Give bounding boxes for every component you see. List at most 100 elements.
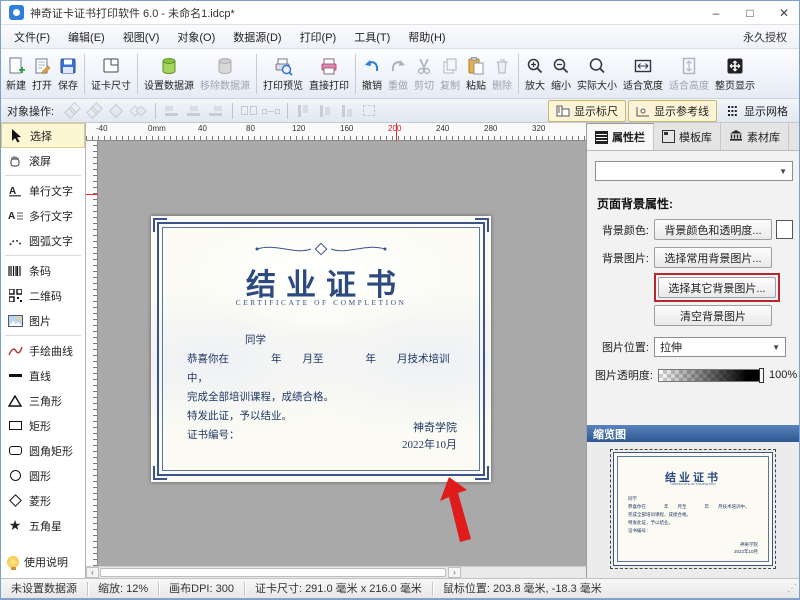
scroll-right-icon[interactable]: ›	[448, 567, 461, 578]
menu-help[interactable]: 帮助(H)	[399, 26, 454, 48]
thumbnail-header: 缩览图	[587, 425, 800, 442]
menu-print[interactable]: 打印(P)	[291, 26, 346, 48]
resize-grip-icon[interactable]: ⋰	[787, 583, 800, 594]
set-datasource-button[interactable]: 设置数据源	[141, 54, 197, 94]
tool-star[interactable]: ★ 五角星	[1, 513, 85, 538]
cut-icon	[414, 56, 434, 76]
show-grid-button[interactable]: 显示网格	[719, 101, 795, 121]
slider-handle[interactable]	[759, 368, 764, 383]
whole-page-button[interactable]: 整页显示	[712, 54, 758, 94]
thumbnail-certificate[interactable]: 结业证书 CERTIFICATE OF COMPLETION 同学 恭喜你在 年…	[613, 452, 773, 566]
toolbar-label: 直接打印	[309, 77, 349, 92]
open-button[interactable]: 打开	[29, 54, 55, 94]
scroll-thumb[interactable]	[100, 568, 446, 577]
tool-diamond[interactable]: 菱形	[1, 488, 85, 513]
view-button-label: 显示标尺	[574, 103, 618, 119]
tool-barcode[interactable]: 条码	[1, 258, 85, 283]
scroll-left-icon[interactable]: ‹	[86, 567, 99, 578]
menu-tools[interactable]: 工具(T)	[345, 26, 399, 48]
maximize-button[interactable]: □	[733, 1, 767, 24]
horizontal-ruler: -40 0mm 40 80 120 160 200 240 280 320	[86, 123, 586, 141]
undo-button[interactable]: 撤销	[359, 54, 385, 94]
help-item[interactable]: 使用说明	[1, 554, 86, 570]
status-datasource: 未设置数据源	[1, 582, 88, 596]
canvas-hscrollbar[interactable]: ‹ ›	[86, 566, 586, 578]
tool-label: 手绘曲线	[29, 343, 73, 359]
card-size-button[interactable]: 证卡尺寸	[88, 54, 134, 94]
card-size-icon	[101, 56, 121, 76]
paste-button[interactable]: 粘贴	[463, 54, 489, 94]
objectbar-separator	[232, 103, 233, 119]
tool-sidebar: 选择 滚屏 A 单行文字 A 多行文字 圆弧文字 条码 二维码	[1, 123, 86, 578]
delete-icon	[492, 56, 512, 76]
toolbar-label: 粘贴	[466, 77, 486, 92]
tool-select[interactable]: 选择	[1, 123, 85, 148]
menu-edit[interactable]: 编辑(E)	[59, 26, 114, 48]
whole-page-icon	[725, 56, 745, 76]
tool-label: 图片	[29, 313, 51, 329]
menu-file[interactable]: 文件(F)	[5, 26, 59, 48]
tool-line[interactable]: 直线	[1, 363, 85, 388]
copy-button: 复制	[437, 54, 463, 94]
tab-material-library[interactable]: 素材库	[721, 123, 789, 150]
save-button[interactable]: 保存	[55, 54, 81, 94]
bg-color-swatch[interactable]	[776, 220, 793, 239]
menu-datasource[interactable]: 数据源(D)	[224, 26, 290, 48]
object-selector-combobox[interactable]: ▼	[595, 161, 793, 181]
image-icon	[7, 313, 23, 329]
zoom-in-button[interactable]: 放大	[522, 54, 548, 94]
tool-rounded-rect[interactable]: 圆角矩形	[1, 438, 85, 463]
close-button[interactable]: ✕	[767, 1, 800, 24]
tool-arc-text[interactable]: 圆弧文字	[1, 228, 85, 253]
choose-other-bg-button[interactable]: 选择其它背景图片...	[658, 277, 776, 298]
tool-scroll[interactable]: 滚屏	[1, 148, 85, 173]
tool-freehand[interactable]: 手绘曲线	[1, 338, 85, 363]
actual-size-button[interactable]: 实际大小	[574, 54, 620, 94]
ruler-label: 80	[246, 124, 255, 133]
tool-image[interactable]: 图片	[1, 308, 85, 333]
toolbar-label: 整页显示	[715, 77, 755, 92]
redo-button: 重做	[385, 54, 411, 94]
tool-multi-text[interactable]: A 多行文字	[1, 203, 85, 228]
vertical-ruler	[86, 141, 98, 566]
tool-rect[interactable]: 矩形	[1, 413, 85, 438]
menu-view[interactable]: 视图(V)	[114, 26, 169, 48]
fit-width-button[interactable]: 适合宽度	[620, 54, 666, 94]
certificate-issuer: 神奇学院	[402, 420, 457, 437]
opacity-slider[interactable]	[658, 369, 764, 382]
image-position-select[interactable]: 拉伸 ▼	[654, 337, 786, 357]
properties-list-icon	[595, 131, 608, 144]
toolbar-separator	[518, 54, 519, 94]
tool-qrcode[interactable]: 二维码	[1, 283, 85, 308]
certificate-page[interactable]: 结业证书 CERTIFICATE OF COMPLETION 同学 恭喜你在 年…	[151, 216, 491, 482]
choose-common-bg-button[interactable]: 选择常用背景图片...	[654, 247, 772, 268]
annotation-arrow-icon	[431, 469, 491, 557]
bg-image-label: 背景图片:	[587, 250, 649, 266]
new-button[interactable]: 新建	[3, 54, 29, 94]
bg-image-row: 背景图片: 选择常用背景图片...	[587, 247, 800, 268]
main-toolbar: 新建 打开 保存 证卡尺寸 设置数据源 移除数据源 打印预览	[1, 49, 800, 99]
show-ruler-button[interactable]: 显示标尺	[548, 100, 626, 122]
app-icon	[9, 5, 24, 20]
toolbar-label: 适合宽度	[623, 77, 663, 92]
certificate-signature: 神奇学院 2022年10月	[402, 420, 457, 454]
title-bar: 神奇证卡证书打印软件 6.0 - 未命名1.idcp* – □ ✕	[1, 1, 800, 25]
bg-color-button[interactable]: 背景颜色和透明度...	[654, 219, 772, 240]
minimize-button[interactable]: –	[699, 1, 733, 24]
tool-single-text[interactable]: A 单行文字	[1, 178, 85, 203]
object-operations-label: 对象操作:	[7, 103, 54, 119]
delete-button: 删除	[489, 54, 515, 94]
open-icon	[32, 56, 52, 76]
direct-print-button[interactable]: 直接打印	[306, 54, 352, 94]
show-refline-button[interactable]: 显示参考线	[628, 100, 717, 122]
tool-circle[interactable]: 圆形	[1, 463, 85, 488]
print-preview-button[interactable]: 打印预览	[260, 54, 306, 94]
tab-template-library[interactable]: 模板库	[654, 123, 721, 150]
zoom-out-button[interactable]: 缩小	[548, 54, 574, 94]
toolbar-label: 新建	[6, 77, 26, 92]
menu-object[interactable]: 对象(O)	[168, 26, 224, 48]
tab-properties[interactable]: 属性栏	[587, 123, 654, 150]
tool-triangle[interactable]: 三角形	[1, 388, 85, 413]
toolbar-label: 重做	[388, 77, 408, 92]
clear-bg-button[interactable]: 清空背景图片	[654, 305, 772, 326]
